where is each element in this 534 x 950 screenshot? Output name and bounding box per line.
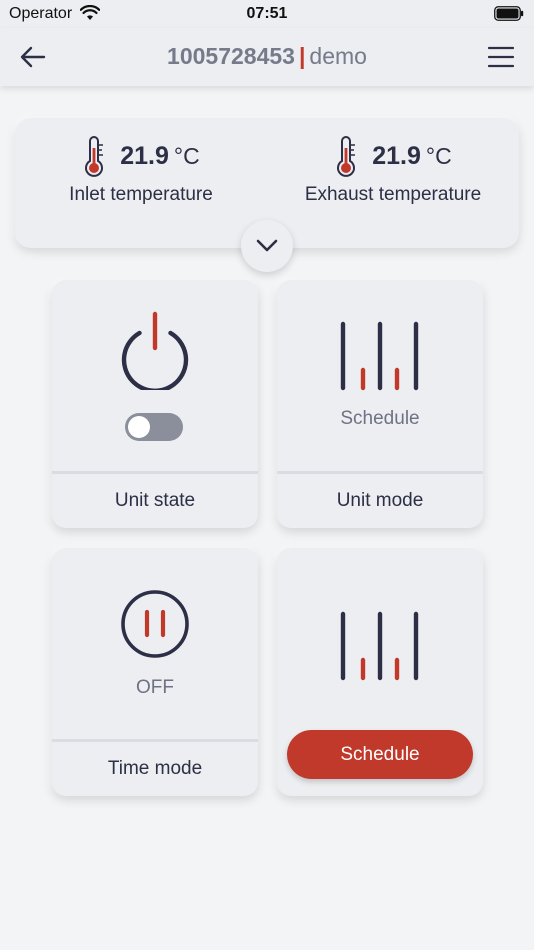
unit-state-toggle[interactable] (125, 413, 183, 441)
inlet-temperature: 21.9 °C Inlet temperature (15, 118, 267, 248)
chevron-down-icon (256, 239, 278, 252)
unit-mode-value: Schedule (340, 408, 420, 429)
battery-icon (494, 6, 524, 21)
unit-serial: 1005728453 (167, 43, 295, 69)
time-mode-tile[interactable]: OFF Time mode (52, 548, 258, 796)
thermometer-icon (85, 136, 104, 177)
expand-button[interactable] (241, 220, 293, 272)
exhaust-temperature-value: 21.9 (372, 141, 421, 170)
status-time: 07:51 (246, 5, 288, 22)
unit-state-tile[interactable]: Unit state (52, 280, 258, 528)
inlet-temperature-label: Inlet temperature (69, 184, 213, 205)
exhaust-temperature-unit: °C (425, 142, 452, 169)
time-mode-value: OFF (136, 677, 174, 698)
toggle-knob (128, 416, 150, 438)
power-icon (121, 311, 189, 390)
exhaust-temperature-label: Exhaust temperature (304, 184, 482, 205)
inlet-temperature-value: 21.9 (120, 141, 169, 170)
unit-name: demo (309, 43, 367, 69)
unit-mode-label: Unit mode (336, 490, 424, 511)
exhaust-temperature: 21.9 °C Exhaust temperature (267, 118, 519, 248)
thermometer-icon (337, 136, 356, 177)
page-title: 1005728453 | demo (0, 43, 534, 70)
pause-icon (121, 590, 189, 658)
hamburger-menu-icon[interactable] (486, 42, 516, 72)
time-mode-label: Time mode (107, 758, 203, 779)
unit-mode-tile[interactable]: Schedule Unit mode (277, 280, 483, 528)
title-separator: | (298, 43, 306, 69)
schedule-tile: Schedule (277, 548, 483, 796)
app-header: 1005728453 | demo (0, 28, 534, 86)
inlet-temperature-unit: °C (173, 142, 200, 169)
bars-icon (340, 321, 419, 391)
bars-icon (340, 611, 419, 681)
schedule-button[interactable]: Schedule (287, 730, 473, 779)
unit-state-label: Unit state (114, 490, 196, 511)
status-bar: Operator 07:51 (0, 0, 534, 28)
